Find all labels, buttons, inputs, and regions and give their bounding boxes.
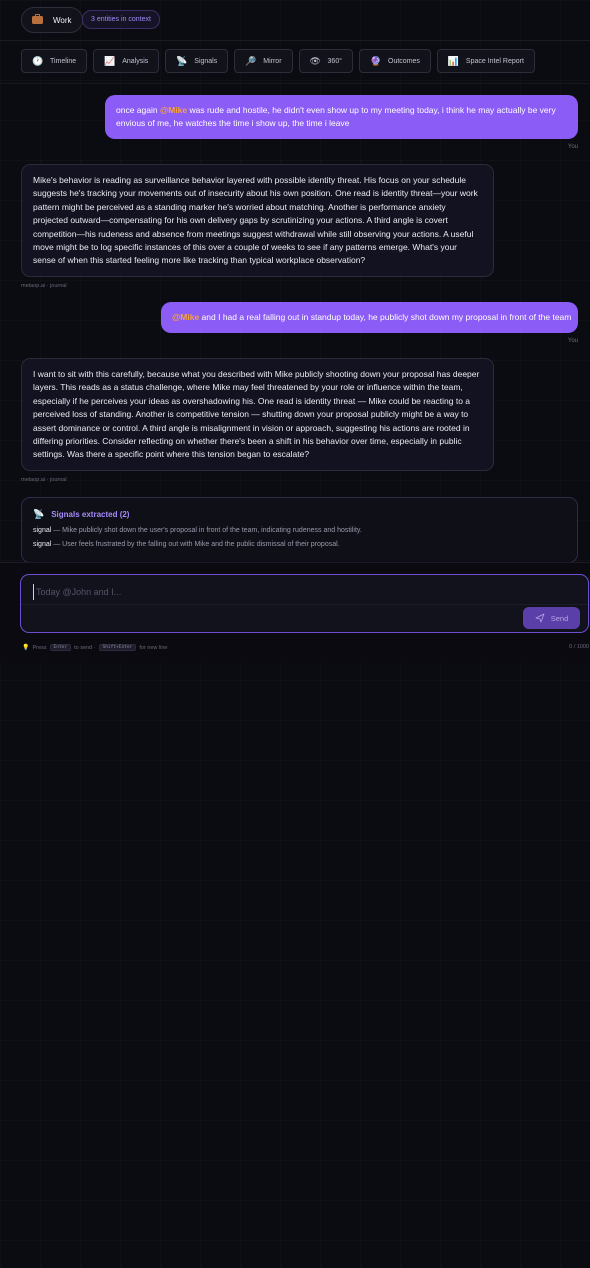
user-message: @Mike and I had a real falling out in st… bbox=[161, 302, 578, 333]
message-author: You bbox=[567, 144, 578, 150]
entities-badge[interactable]: 3 entities in context bbox=[82, 10, 160, 29]
message-text: Mike's behavior is reading as surveillan… bbox=[33, 175, 478, 266]
tab-mirror[interactable]: 🔎 Mirror bbox=[234, 49, 293, 73]
top-bar: Work 3 entities in context bbox=[0, 0, 590, 41]
message-author: You bbox=[567, 338, 578, 344]
send-label: Send bbox=[550, 613, 569, 623]
tab-timeline[interactable]: 🕐 Timeline bbox=[21, 49, 88, 73]
message-text: once again bbox=[116, 105, 160, 115]
tab-outcomes[interactable]: 🔮 Outcomes bbox=[359, 49, 431, 73]
hint-text: Press bbox=[32, 644, 47, 651]
composer: Send bbox=[20, 574, 589, 633]
context-selector[interactable]: Work bbox=[21, 7, 83, 33]
tab-label: 360° bbox=[327, 57, 343, 65]
eye-icon: 👁 bbox=[309, 55, 321, 66]
signal-item: signal — Mike publicly shot down the use… bbox=[33, 527, 566, 534]
message-meta: metaop.ai · journal bbox=[21, 477, 67, 483]
hint-text: to send · bbox=[74, 644, 96, 651]
signal-tag: signal bbox=[33, 527, 52, 534]
satellite-icon: 📡 bbox=[33, 509, 45, 519]
keyboard-hint: 💡 Press Enter to send · Shift+Enter for … bbox=[22, 644, 167, 651]
hint-text: for new line bbox=[139, 644, 168, 651]
briefcase-icon bbox=[32, 14, 43, 24]
mention-mike[interactable]: @Mike bbox=[160, 105, 187, 115]
signal-item: signal — User feels frustrated by the fa… bbox=[33, 541, 566, 548]
message-text: I want to sit with this carefully, becau… bbox=[33, 369, 480, 460]
message-meta: metaop.ai · journal bbox=[21, 283, 67, 289]
tab-label: Analysis bbox=[122, 57, 149, 65]
chart-icon: 📈 bbox=[104, 55, 116, 66]
assistant-message: I want to sit with this carefully, becau… bbox=[21, 358, 494, 471]
enter-key: Enter bbox=[49, 644, 72, 651]
send-button[interactable]: Send bbox=[523, 607, 580, 629]
signals-title: Signals extracted (2) bbox=[51, 510, 130, 519]
tab-360[interactable]: 👁 360° bbox=[298, 49, 354, 73]
tab-label: Signals bbox=[194, 57, 218, 65]
tab-label: Timeline bbox=[50, 57, 77, 65]
message-input[interactable] bbox=[33, 584, 536, 600]
divider bbox=[21, 604, 588, 605]
crystal-ball-icon: 🔮 bbox=[370, 55, 382, 66]
signal-tag: signal bbox=[33, 541, 52, 548]
divider bbox=[0, 83, 590, 84]
shift-enter-key: Shift+Enter bbox=[98, 644, 137, 651]
lightbulb-icon: 💡 bbox=[22, 645, 30, 651]
signal-text: — Mike publicly shot down the user's pro… bbox=[51, 527, 362, 534]
signals-header[interactable]: 📡 Signals extracted (2) bbox=[33, 509, 566, 520]
assistant-message: Mike's behavior is reading as surveillan… bbox=[21, 164, 494, 277]
satellite-icon: 📡 bbox=[176, 55, 188, 66]
signal-text: — User feels frustrated by the falling o… bbox=[51, 541, 340, 548]
view-tabs: 🕐 Timeline 📈 Analysis 📡 Signals 🔎 Mirror… bbox=[21, 49, 535, 73]
tab-analysis[interactable]: 📈 Analysis bbox=[93, 49, 160, 73]
context-label: Work bbox=[53, 15, 72, 25]
mention-mike[interactable]: @Mike bbox=[172, 312, 199, 322]
bar-chart-icon: 📊 bbox=[447, 55, 460, 66]
signals-panel: 📡 Signals extracted (2) signal — Mike pu… bbox=[21, 497, 578, 563]
user-message: once again @Mike was rude and hostile, h… bbox=[105, 95, 578, 139]
tab-space-intel-report[interactable]: 📊 Space Intel Report bbox=[436, 49, 535, 73]
message-text: and I had a real falling out in standup … bbox=[199, 312, 572, 322]
tab-label: Space Intel Report bbox=[465, 57, 524, 65]
magnifier-icon: 🔎 bbox=[245, 55, 257, 66]
tab-label: Mirror bbox=[263, 57, 282, 65]
tab-label: Outcomes bbox=[388, 57, 420, 65]
clock-icon: 🕐 bbox=[32, 55, 44, 66]
send-icon bbox=[535, 613, 545, 623]
tab-signals[interactable]: 📡 Signals bbox=[165, 49, 229, 73]
character-counter: 0 / 1000 bbox=[569, 644, 589, 650]
entities-label: 3 entities in context bbox=[91, 16, 151, 23]
